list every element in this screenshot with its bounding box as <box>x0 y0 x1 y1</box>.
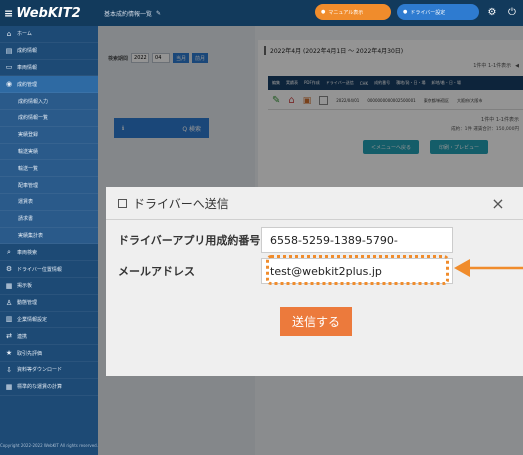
app-logo[interactable]: ≡ WebKIT2 <box>0 6 98 21</box>
sidebar-item[interactable]: ⚙ ドライバー位置情報 <box>0 261 98 278</box>
sidebar: ⌂ ホーム ▤ 成約情報 ▭ 車両情報 ◉ 成約管理成約情報入力 成約情報一覧 実績登録輸送実績輸… <box>0 26 98 455</box>
sidebar-item-label: ホーム <box>17 31 32 38</box>
sidebar-item-label: 車両検索 <box>17 249 38 256</box>
manual-button[interactable]: ● マニュアル表示 <box>315 4 391 20</box>
home-icon: ⌂ <box>6 29 12 38</box>
eye-icon: ◉ <box>5 80 13 89</box>
sidebar-item[interactable]: 成約情報一覧 <box>0 109 98 127</box>
dialog-title: ドライバーへ送信 <box>133 196 229 211</box>
sidebar-item[interactable]: 実績登録 <box>0 126 98 144</box>
email-label: メールアドレス <box>118 265 195 278</box>
sidebar-item[interactable]: ▦ 掲示板 <box>0 278 98 295</box>
sidebar-item[interactable]: ▥ 企業情報設定 <box>0 312 98 329</box>
sidebar-item-label: 実績登録 <box>18 132 39 139</box>
sidebar-item[interactable]: 配車管理 <box>0 177 98 194</box>
sidebar-item[interactable]: ⇩ 資料等ダウンロード <box>0 362 98 379</box>
sidebar-item-label: 成約情報一覧 <box>18 115 49 122</box>
sidebar-item[interactable]: 成約情報入力 <box>0 93 98 110</box>
truck-icon: ▭ <box>5 63 13 72</box>
logout-icon[interactable]: ⏻ <box>505 5 519 19</box>
sidebar-item-label: 企業情報設定 <box>17 316 48 323</box>
contract-number-field[interactable]: 6558-5259-1389-5790- <box>261 227 453 253</box>
sidebar-item[interactable]: ★ 取引先評価 <box>0 345 98 362</box>
sidebar-item-label: 資料等ダウンロード <box>17 367 63 374</box>
star-icon: ★ <box>5 349 13 358</box>
sidebar-item-label: 掲示板 <box>17 283 33 290</box>
sidebar-item-label: 輸送一覧 <box>18 165 39 172</box>
sidebar-item-label: 運賃表 <box>18 199 34 206</box>
driver-settings-button[interactable]: ● ドライバー設定 <box>397 4 479 20</box>
top-bar: ≡ WebKIT2 基本成約情報一覧 ✎ ● マニュアル表示 ● ドライバー設定… <box>0 0 523 26</box>
arrow-icon <box>454 259 523 277</box>
sidebar-item[interactable]: 実績集計表 <box>0 227 98 245</box>
sidebar-item-label: 取引先評価 <box>17 350 43 357</box>
sidebar-item-label: ドライバー位置情報 <box>17 266 62 273</box>
sidebar-item[interactable]: ◉ 成約管理 <box>0 76 98 94</box>
board-icon: ▦ <box>5 281 13 290</box>
sidebar-item[interactable]: ⇄ 連携 <box>0 328 98 346</box>
sidebar-item-label: 車両情報 <box>17 64 38 71</box>
sidebar-item[interactable]: 請求書 <box>0 210 98 228</box>
sidebar-item[interactable]: ▤ 成約情報 <box>0 43 98 60</box>
edit-icon[interactable]: ✎ <box>156 10 161 17</box>
building-icon: ▥ <box>5 315 13 324</box>
hamburger-menu-icon[interactable]: ≡ <box>4 7 13 20</box>
sidebar-item-label: 連携 <box>17 333 28 340</box>
sidebar-item[interactable]: ⌕ 車両検索 <box>0 244 98 262</box>
breadcrumb: 基本成約情報一覧 ✎ <box>104 9 162 18</box>
download-icon: ⇩ <box>6 365 12 374</box>
copyright: Copyright 2022-2022 WebKIT All rights re… <box>0 443 98 448</box>
square-icon <box>118 198 127 208</box>
sidebar-item[interactable]: 輸送一覧 <box>0 160 98 178</box>
contract-label: ドライバーアプリ用成約番号 <box>118 234 261 247</box>
person-icon: ♙ <box>5 298 13 307</box>
gear-icon[interactable]: ⚙ <box>485 5 499 19</box>
circle-icon: ● <box>321 9 326 15</box>
contract-row: ドライバーアプリ用成約番号 6558-5259-1389-5790- <box>118 226 458 254</box>
link-icon: ⇄ <box>6 332 12 341</box>
circle-icon: ● <box>403 9 408 15</box>
sidebar-item[interactable]: ♙ 動態管理 <box>0 295 98 312</box>
doc-icon: ▤ <box>5 46 13 55</box>
close-button[interactable]: × <box>490 194 506 213</box>
sidebar-item-label: 配車管理 <box>18 182 39 189</box>
sidebar-item-label: 標準的な運賃の計算 <box>17 384 63 391</box>
sidebar-item[interactable]: ▦ 標準的な運賃の計算 <box>0 379 98 396</box>
sidebar-item[interactable]: 輸送実績 <box>0 143 98 161</box>
sidebar-item-label: 実績集計表 <box>18 232 44 239</box>
sidebar-item-label: 輸送実績 <box>18 148 39 155</box>
sidebar-item-label: 成約管理 <box>17 81 38 88</box>
sidebar-item-label: 成約情報 <box>17 48 38 55</box>
email-highlight <box>266 255 449 285</box>
send-button[interactable]: 送信する <box>280 307 352 336</box>
dialog-header: ドライバーへ送信 <box>106 187 523 220</box>
sidebar-item-label: 成約情報入力 <box>18 98 49 105</box>
calc-icon: ▦ <box>5 382 13 391</box>
gear-icon: ⚙ <box>5 265 13 274</box>
sidebar-item[interactable]: ⌂ ホーム <box>0 26 98 43</box>
sidebar-item-label: 請求書 <box>18 216 34 223</box>
sidebar-item-label: 動態管理 <box>17 300 38 307</box>
sidebar-item[interactable]: 運賃表 <box>0 193 98 211</box>
search-icon: ⌕ <box>7 247 11 256</box>
sidebar-item[interactable]: ▭ 車両情報 <box>0 60 98 77</box>
